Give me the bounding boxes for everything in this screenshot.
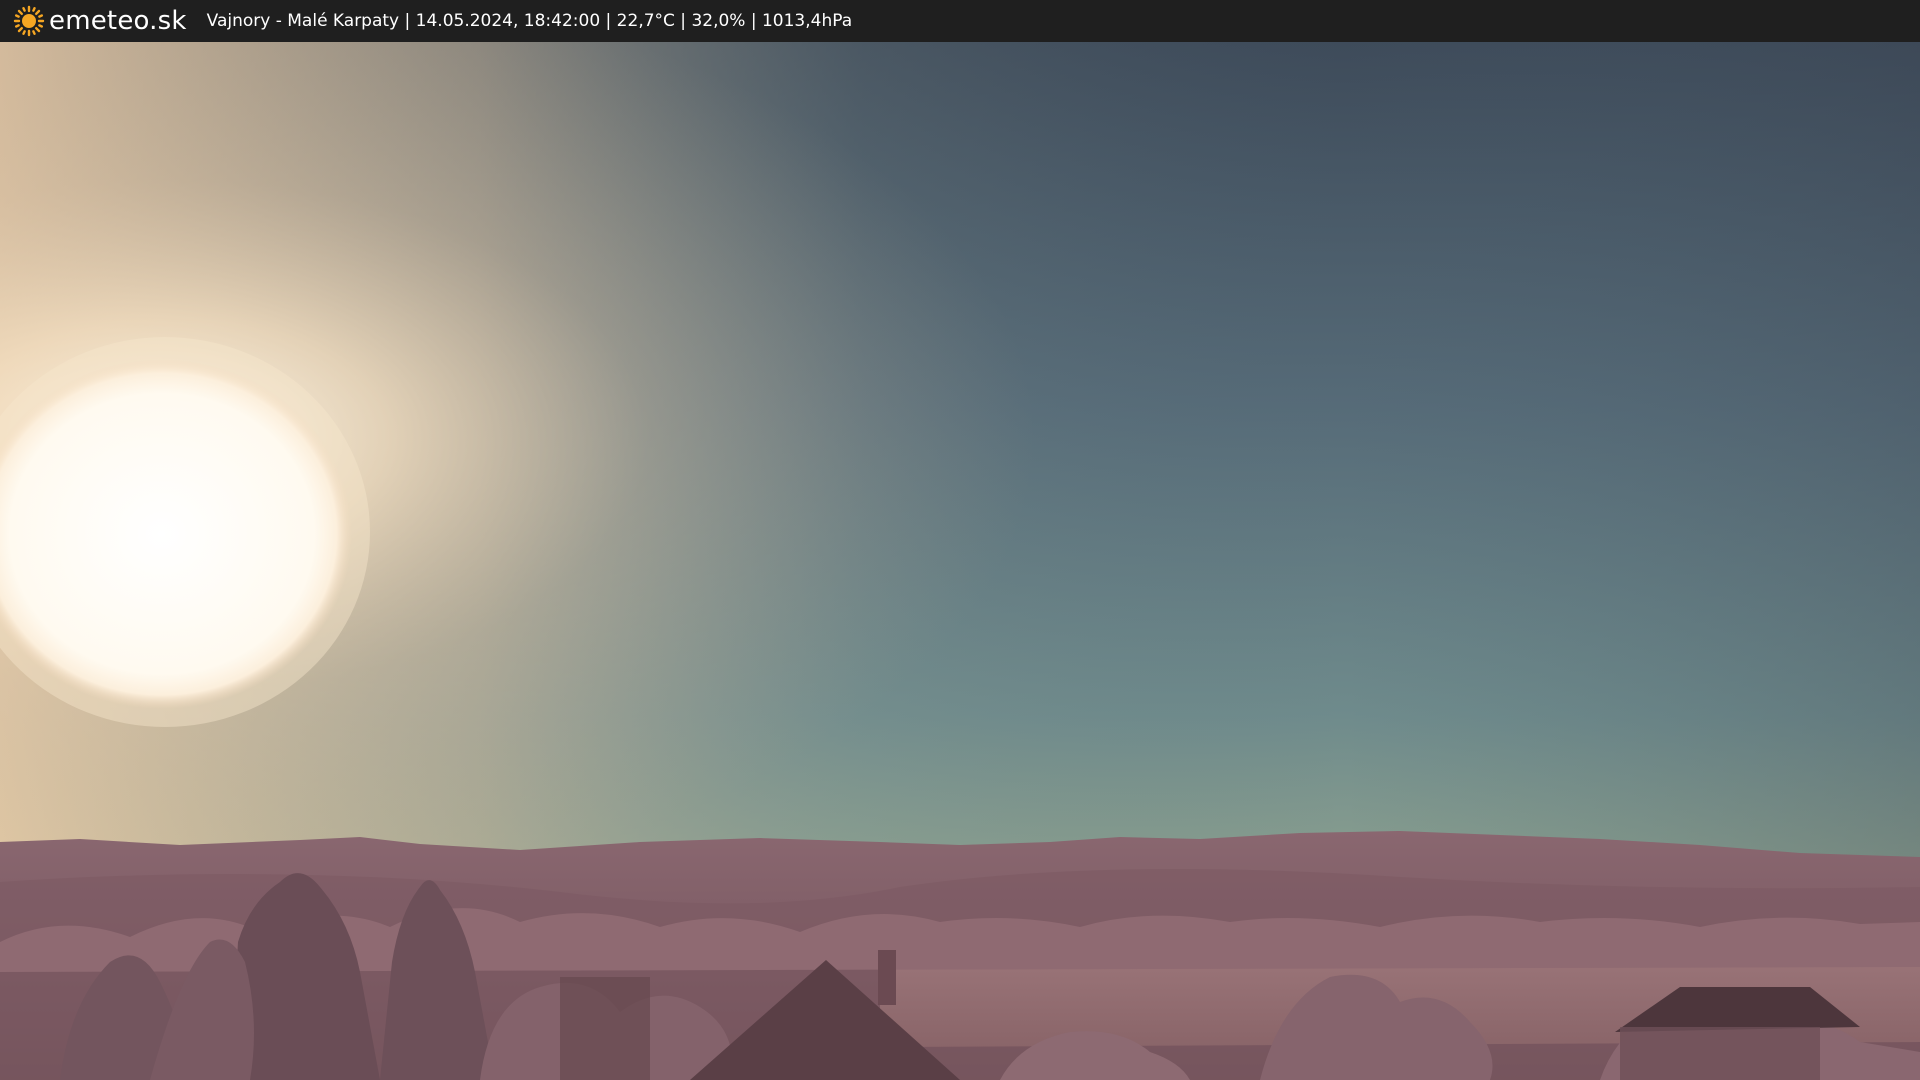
landscape-scene bbox=[0, 42, 1920, 1080]
logo-text: emeteo.sk bbox=[49, 6, 187, 36]
webcam-image bbox=[0, 42, 1920, 1080]
sun-icon bbox=[13, 5, 45, 37]
logo: emeteo.sk bbox=[13, 0, 187, 42]
caption-bar: emeteo.sk Vajnory - Malé Karpaty | 14.05… bbox=[0, 0, 1920, 42]
webcam-frame: emeteo.sk Vajnory - Malé Karpaty | 14.05… bbox=[0, 0, 1920, 1080]
station-caption: Vajnory - Malé Karpaty | 14.05.2024, 18:… bbox=[206, 11, 853, 31]
